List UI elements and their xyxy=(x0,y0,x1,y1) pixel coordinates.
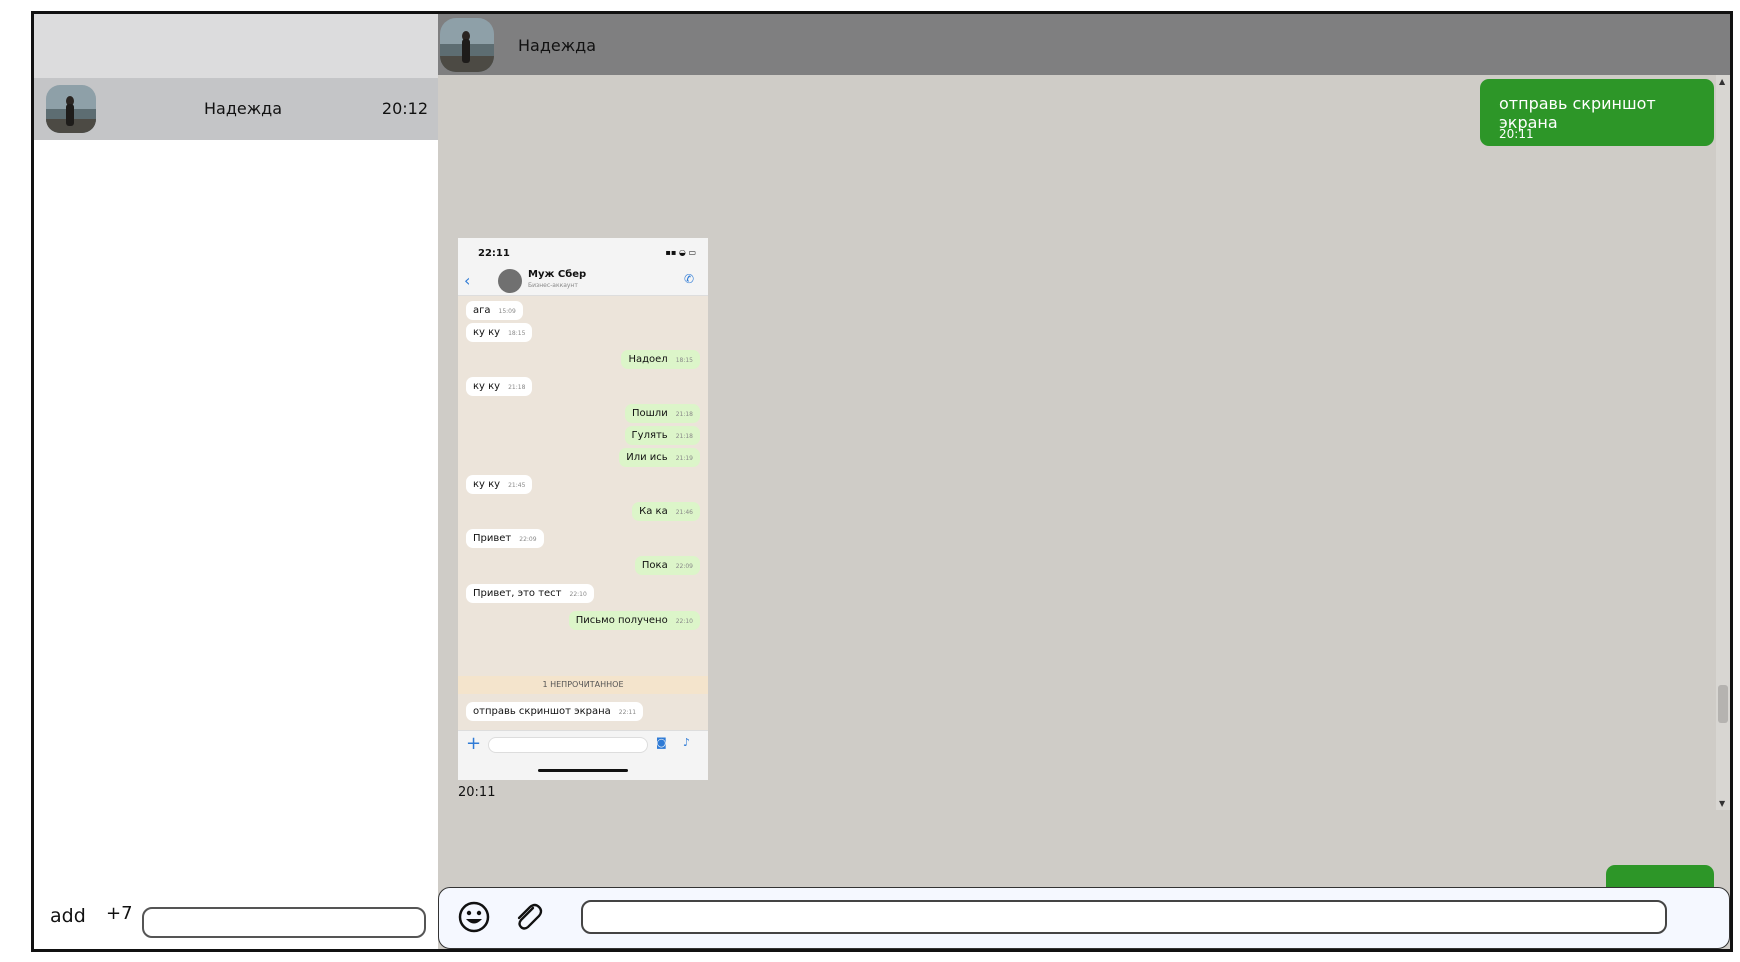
chat-list-item[interactable]: Надежда 20:12 xyxy=(34,78,438,140)
paperclip-icon xyxy=(517,903,543,930)
screenshot-chat-header: ‹ Муж Сбер Бизнес-аккаунт ✆ xyxy=(458,264,708,296)
screenshot-avatar xyxy=(498,269,522,293)
scroll-down-arrow-icon[interactable]: ▼ xyxy=(1719,799,1725,808)
screenshot-message: Привет 22:09 xyxy=(466,529,544,548)
screenshot-text-field xyxy=(488,737,648,753)
image-message-time: 20:11 xyxy=(458,785,496,800)
sidebar: Надежда 20:12 add +7 xyxy=(34,14,438,949)
header-contact-name: Надежда xyxy=(518,36,597,55)
mic-icon: ♪ xyxy=(683,736,691,749)
scroll-thumb[interactable] xyxy=(1718,685,1728,723)
back-icon: ‹ xyxy=(464,271,471,290)
contact-avatar xyxy=(46,85,96,133)
outgoing-message: отправь скриншот экрана 20:11 xyxy=(1480,79,1714,146)
home-indicator xyxy=(538,769,628,772)
screenshot-message: ку ку 21:18 xyxy=(466,377,533,396)
sidebar-header xyxy=(34,14,438,78)
plus-icon: + xyxy=(466,733,482,754)
country-code: +7 xyxy=(106,903,133,924)
phone-input[interactable] xyxy=(142,907,426,938)
screenshot-message: Ка ка 21:46 xyxy=(632,502,700,521)
message-time: 20:11 xyxy=(1499,127,1534,141)
screenshot-message: ага 15:09 xyxy=(466,301,523,320)
smiley-icon xyxy=(458,901,490,933)
outgoing-message-partial xyxy=(1606,865,1714,887)
chat-panel: Надежда отправь скриншот экрана 20:11 22… xyxy=(438,14,1730,949)
screenshot-message: Пока 22:09 xyxy=(634,556,700,575)
chat-name: Надежда xyxy=(204,99,283,118)
add-contact-bar: add +7 xyxy=(34,889,438,949)
screenshot-message: Письмо получено 22:10 xyxy=(568,611,700,630)
screenshot-message: ку ку 21:45 xyxy=(466,475,533,494)
header-avatar[interactable] xyxy=(440,18,494,72)
add-button[interactable]: add xyxy=(50,905,86,927)
screenshot-status-bar: 22:11 ▪▪ ◒ ▭ xyxy=(458,238,708,264)
attach-button[interactable] xyxy=(511,900,545,934)
screenshot-message: Пошли 21:18 xyxy=(625,404,700,423)
message-list: отправь скриншот экрана 20:11 22:11 ▪▪ ◒… xyxy=(438,75,1730,887)
chat-time: 20:12 xyxy=(381,99,428,118)
screenshot-clock: 22:11 xyxy=(478,248,510,259)
unread-divider: 1 НЕПРОЧИТАННОЕ xyxy=(458,676,708,694)
image-message[interactable]: 22:11 ▪▪ ◒ ▭ ‹ Муж Сбер Бизнес-аккаунт ✆… xyxy=(458,238,708,780)
screenshot-message: отправь скриншот экрана 22:11 xyxy=(466,702,644,721)
messenger-window: Надежда 20:12 add +7 Надежда отправь скр… xyxy=(31,11,1733,952)
message-input[interactable] xyxy=(581,900,1667,934)
camera-icon: ◙ xyxy=(656,736,667,749)
status-icons: ▪▪ ◒ ▭ xyxy=(665,248,696,257)
screenshot-contact-subtitle: Бизнес-аккаунт xyxy=(528,282,578,289)
screenshot-message: ку ку 18:15 xyxy=(466,323,533,342)
call-icon: ✆ xyxy=(683,272,694,286)
screenshot-message: Или ись 21:19 xyxy=(619,448,700,467)
emoji-button[interactable] xyxy=(457,900,491,934)
screenshot-input-bar: + ◙ ♪ xyxy=(458,730,708,780)
message-composer xyxy=(438,887,1730,949)
scroll-up-arrow-icon[interactable]: ▲ xyxy=(1719,77,1725,86)
message-scrollbar[interactable]: ▲ ▼ xyxy=(1716,75,1730,810)
screenshot-message: Надоел 18:15 xyxy=(621,350,700,369)
screenshot-contact-name: Муж Сбер xyxy=(528,269,587,280)
screenshot-message: Привет, это тест 22:10 xyxy=(466,584,594,603)
screenshot-message: Гулять 21:18 xyxy=(624,426,700,445)
chat-header: Надежда xyxy=(438,14,1730,75)
